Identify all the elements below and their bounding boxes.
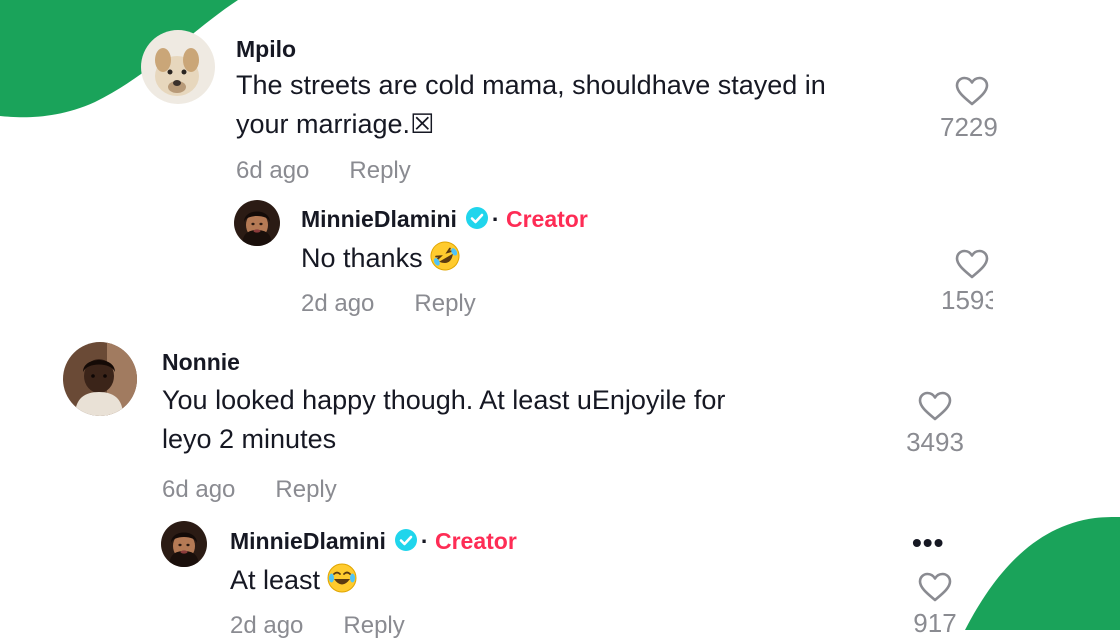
like-count: 3493 — [906, 427, 964, 457]
reply-button[interactable]: Reply — [343, 612, 404, 639]
tears-of-joy-emoji — [327, 563, 357, 593]
comment-text-line2: leyo 2 minutes — [162, 424, 337, 454]
avatar[interactable] — [63, 342, 137, 416]
creator-name[interactable]: MinnieDlamini — [230, 528, 386, 554]
like-count: 917 — [913, 608, 957, 638]
reply-text: At least — [230, 561, 358, 600]
reply-username: MinnieDlamini · Creator — [230, 528, 517, 555]
reply-meta: 2d ago Reply — [230, 612, 405, 640]
more-options-button[interactable]: ••• — [912, 529, 944, 557]
heart-icon — [918, 572, 952, 602]
comment-time: 6d ago — [162, 476, 236, 503]
like-button[interactable]: 917 — [893, 572, 977, 639]
comment-meta: 6d ago Reply — [162, 476, 337, 504]
comment-text-line1: You looked happy though. At least uEnjoy… — [162, 385, 726, 415]
comment-item: Nonnie You looked happy though. At least… — [0, 0, 1120, 639]
like-button[interactable]: 3493 — [893, 391, 977, 458]
reply-text-content: At least — [230, 565, 321, 595]
verified-badge-icon — [394, 529, 417, 551]
separator-dot: · — [420, 528, 429, 554]
creator-avatar[interactable] — [161, 521, 207, 567]
creator-badge: Creator — [434, 528, 517, 554]
reply-button[interactable]: Reply — [275, 476, 336, 503]
heart-icon — [918, 391, 952, 421]
reply-time: 2d ago — [230, 612, 304, 639]
comment-username[interactable]: Nonnie — [162, 349, 240, 376]
